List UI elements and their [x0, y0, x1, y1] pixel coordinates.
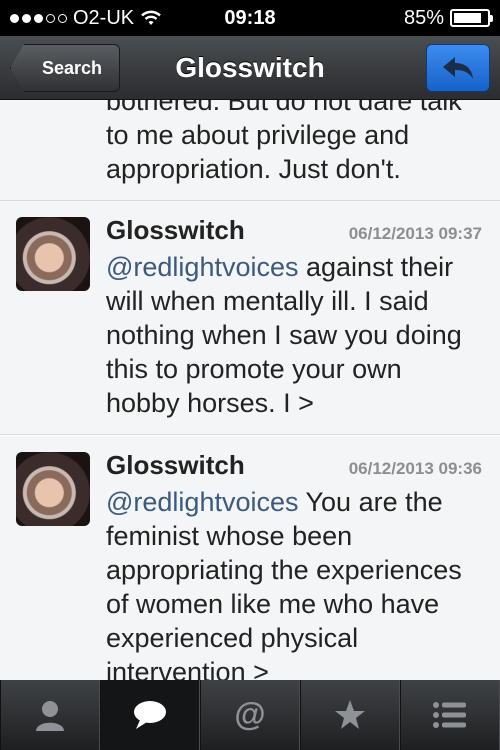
- tweet-item[interactable]: bothered. But do not dare talk to me abo…: [0, 100, 500, 201]
- at-icon: @: [234, 697, 265, 732]
- mention-link[interactable]: @redlightvoices: [106, 487, 299, 517]
- carrier-name: O2-UK: [73, 6, 135, 29]
- tweet-text: @redlightvoices against their will when …: [106, 250, 482, 420]
- tweet-timestamp: 06/12/2013 09:36: [348, 459, 482, 478]
- tweet-list[interactable]: bothered. But do not dare talk to me abo…: [0, 100, 500, 680]
- mention-link[interactable]: @redlightvoices: [106, 252, 299, 282]
- tweet-author: Glosswitch: [106, 215, 245, 245]
- list-icon: [433, 702, 466, 728]
- tweet-timestamp: 06/12/2013 09:37: [348, 224, 482, 243]
- navigation-bar: Search Glosswitch: [0, 36, 500, 100]
- tab-mentions[interactable]: @: [200, 680, 300, 750]
- battery-icon: [450, 9, 493, 27]
- page-title: Glosswitch: [175, 51, 325, 83]
- tweet-item[interactable]: Glosswitch 06/12/2013 09:37 @redlightvoi…: [0, 201, 500, 435]
- back-button[interactable]: Search: [10, 44, 120, 92]
- reply-button[interactable]: [426, 44, 490, 92]
- tweet-item[interactable]: Glosswitch 06/12/2013 09:36 @redlightvoi…: [0, 435, 500, 680]
- carrier-signal: O2-UK: [10, 7, 162, 30]
- battery-percent: 85%: [403, 6, 444, 29]
- avatar[interactable]: [16, 217, 90, 291]
- tab-timeline[interactable]: [100, 680, 200, 750]
- wifi-icon: [141, 10, 161, 25]
- reply-icon: [443, 57, 473, 79]
- speech-bubble-icon: [134, 701, 166, 729]
- avatar[interactable]: [16, 452, 90, 526]
- status-bar: O2-UK 09:18 85%: [0, 0, 500, 36]
- svg-text:@: @: [234, 697, 265, 732]
- tweet-text: bothered. But do not dare talk to me abo…: [106, 100, 462, 184]
- battery-status: 85%: [403, 6, 493, 30]
- star-icon: [335, 700, 365, 729]
- tweet-author: Glosswitch: [106, 450, 245, 480]
- signal-strength-icon: [10, 13, 67, 23]
- tweet-text: @redlightvoices You are the feminist who…: [106, 485, 482, 680]
- person-icon: [36, 701, 64, 731]
- tab-bar: @: [0, 680, 500, 750]
- tab-favorites[interactable]: [300, 680, 400, 750]
- tab-more[interactable]: [400, 680, 500, 750]
- tab-profile[interactable]: [0, 680, 100, 750]
